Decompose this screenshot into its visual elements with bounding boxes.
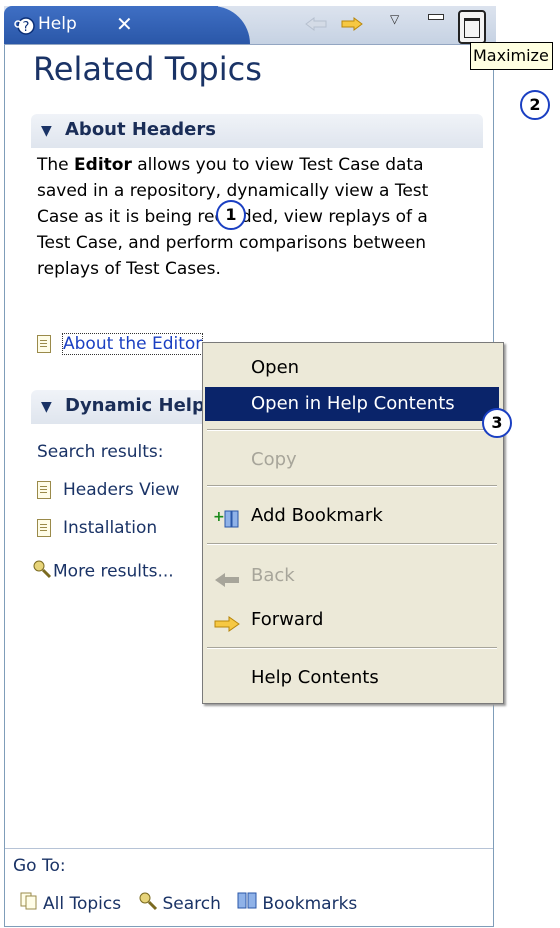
result-headers-view-label[interactable]: Headers View — [63, 480, 180, 500]
result-headers-view[interactable]: Headers View — [37, 480, 180, 500]
svg-text:+: + — [213, 509, 225, 525]
menu-item-open-label: Open — [251, 357, 300, 378]
footer-divider — [5, 848, 493, 849]
menu-item-open-in-help-contents[interactable]: Open in Help Contents — [205, 387, 499, 421]
add-bookmark-icon: + — [213, 507, 241, 528]
search-link[interactable]: Search — [137, 892, 227, 914]
link-row-about-editor: About the Editor — [37, 333, 204, 355]
menu-item-forward[interactable]: Forward — [205, 603, 499, 637]
search-icon — [31, 558, 53, 585]
about-editor-link[interactable]: About the Editor — [61, 333, 204, 355]
back-arrow-icon — [213, 567, 241, 587]
all-topics-link[interactable]: All Topics — [19, 891, 127, 916]
more-results-link[interactable]: More results... — [53, 562, 174, 582]
menu-item-open[interactable]: Open — [205, 351, 499, 385]
document-icon — [37, 519, 51, 537]
section-about-headers[interactable]: ▼ About Headers — [31, 114, 483, 148]
search-label[interactable]: Search — [163, 894, 221, 914]
context-menu: Open Open in Help Contents Copy + Add Bo… — [202, 342, 504, 704]
all-topics-label[interactable]: All Topics — [43, 894, 121, 914]
view-menu-icon[interactable]: ▽ — [390, 12, 399, 26]
menu-item-add-bookmark-label: Add Bookmark — [251, 505, 383, 526]
forward-arrow-icon[interactable] — [340, 16, 364, 32]
svg-text:?: ? — [23, 20, 30, 35]
forward-arrow-icon — [213, 611, 241, 632]
menu-item-help-contents-label: Help Contents — [251, 667, 379, 688]
back-arrow-icon[interactable] — [304, 16, 328, 32]
result-installation[interactable]: Installation — [37, 518, 157, 538]
callout-1: 1 — [216, 200, 246, 230]
page-title: Related Topics — [33, 50, 262, 88]
result-installation-label[interactable]: Installation — [63, 518, 157, 538]
callout-2: 2 — [520, 90, 550, 120]
section-about-headers-label: About Headers — [65, 119, 216, 140]
bookmarks-icon — [236, 891, 258, 916]
document-icon — [37, 335, 51, 353]
menu-item-forward-label: Forward — [251, 609, 324, 630]
menu-item-copy[interactable]: Copy — [205, 443, 499, 477]
menu-item-back[interactable]: Back — [205, 559, 499, 593]
document-icon — [37, 481, 51, 499]
menu-item-help-contents[interactable]: Help Contents — [205, 661, 499, 695]
menu-item-add-bookmark[interactable]: + Add Bookmark — [205, 499, 499, 533]
search-results-label: Search results: — [37, 442, 164, 462]
menu-separator — [207, 429, 497, 431]
menu-item-open-in-help-label: Open in Help Contents — [251, 393, 455, 414]
all-topics-icon — [19, 891, 39, 916]
menu-separator — [207, 647, 497, 649]
bookmarks-label[interactable]: Bookmarks — [262, 894, 357, 914]
tab-help-label: Help — [38, 14, 77, 34]
paragraph-bold-editor: Editor — [74, 155, 132, 175]
maximize-icon[interactable] — [458, 10, 486, 44]
more-results-row[interactable]: More results... — [31, 558, 174, 585]
search-icon — [137, 890, 159, 917]
menu-item-copy-label: Copy — [251, 449, 297, 470]
maximize-tooltip: Maximize — [470, 42, 553, 70]
close-icon[interactable]: ✕ — [116, 12, 133, 36]
menu-item-back-label: Back — [251, 565, 295, 586]
expand-triangle-icon: ▼ — [41, 399, 52, 415]
goto-label: Go To: — [13, 856, 66, 876]
bookmarks-link[interactable]: Bookmarks — [236, 891, 357, 916]
callout-3: 3 — [482, 408, 512, 438]
footer-links: All Topics Search Bookmarks — [19, 890, 367, 917]
tab-help[interactable]: ? Help ✕ — [4, 6, 250, 44]
menu-separator — [207, 543, 497, 545]
minimize-icon[interactable] — [428, 14, 444, 20]
view-tab-bar: ? Help ✕ ▽ — [4, 6, 496, 45]
paragraph-text-start: The — [37, 155, 75, 175]
help-icon: ? — [14, 16, 36, 36]
menu-separator — [207, 485, 497, 487]
section-dynamic-help-label: Dynamic Help — [65, 395, 205, 416]
expand-triangle-icon: ▼ — [41, 123, 52, 139]
